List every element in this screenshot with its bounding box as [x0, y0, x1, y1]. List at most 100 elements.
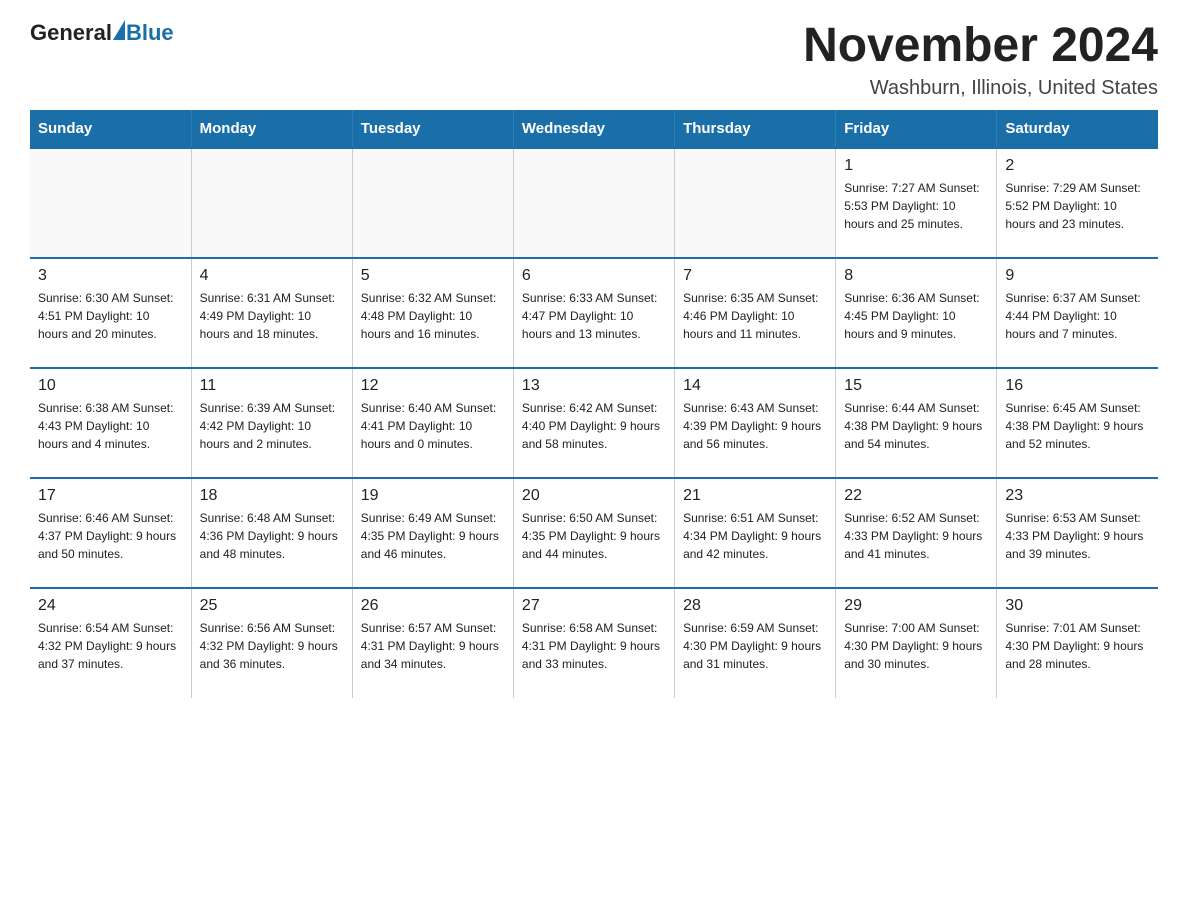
day-number: 11 — [200, 377, 344, 395]
calendar-week-row: 24Sunrise: 6:54 AM Sunset: 4:32 PM Dayli… — [30, 588, 1158, 698]
day-info: Sunrise: 7:01 AM Sunset: 4:30 PM Dayligh… — [1005, 619, 1150, 673]
day-number: 21 — [683, 487, 827, 505]
calendar-cell: 17 Sunrise: 6:46 AM Sunset: 4:37 PM Dayli… — [30, 478, 191, 588]
day-number: 29 — [844, 597, 988, 615]
day-number: 23 — [1005, 487, 1150, 505]
calendar-cell: 27 Sunrise: 6:58 AM Sunset: 4:31 PM Dayli… — [513, 588, 674, 698]
calendar-cell: 13 Sunrise: 6:42 AM Sunset: 4:40 PM Dayli… — [513, 368, 674, 478]
calendar-cell: 30 Sunrise: 7:01 AM Sunset: 4:30 PM Dayli… — [997, 588, 1158, 698]
calendar-cell: 24Sunrise: 6:54 AM Sunset: 4:32 PM Dayli… — [30, 588, 191, 698]
calendar-cell: 7 Sunrise: 6:35 AM Sunset: 4:46 PM Daylig… — [675, 258, 836, 368]
day-number: 15 — [844, 377, 988, 395]
day-number: 13 — [522, 377, 666, 395]
day-info: Sunrise: 6:59 AM Sunset: 4:30 PM Dayligh… — [683, 619, 827, 673]
day-number: 1 — [844, 157, 988, 175]
day-info: Sunrise: 6:50 AM Sunset: 4:35 PM Dayligh… — [522, 509, 666, 563]
day-number: 4 — [200, 267, 344, 285]
day-info: Sunrise: 7:00 AM Sunset: 4:30 PM Dayligh… — [844, 619, 988, 673]
day-number: 25 — [200, 597, 344, 615]
day-info: Sunrise: 6:33 AM Sunset: 4:47 PM Dayligh… — [522, 289, 666, 343]
day-info: Sunrise: 6:35 AM Sunset: 4:46 PM Dayligh… — [683, 289, 827, 343]
calendar-cell: 1 Sunrise: 7:27 AM Sunset: 5:53 PM Daylig… — [836, 148, 997, 258]
day-number: 30 — [1005, 597, 1150, 615]
day-number: 22 — [844, 487, 988, 505]
day-info: Sunrise: 6:48 AM Sunset: 4:36 PM Dayligh… — [200, 509, 344, 563]
day-info: Sunrise: 6:37 AM Sunset: 4:44 PM Dayligh… — [1005, 289, 1150, 343]
day-number: 28 — [683, 597, 827, 615]
calendar-header-row: SundayMondayTuesdayWednesdayThursdayFrid… — [30, 110, 1158, 148]
day-info: Sunrise: 6:39 AM Sunset: 4:42 PM Dayligh… — [200, 399, 344, 453]
logo-area: General Blue — [30, 20, 174, 46]
calendar-cell: 15 Sunrise: 6:44 AM Sunset: 4:38 PM Dayli… — [836, 368, 997, 478]
day-info: Sunrise: 6:32 AM Sunset: 4:48 PM Dayligh… — [361, 289, 505, 343]
weekday-header-sunday: Sunday — [30, 110, 191, 148]
day-number: 6 — [522, 267, 666, 285]
day-info: Sunrise: 6:53 AM Sunset: 4:33 PM Dayligh… — [1005, 509, 1150, 563]
day-number: 27 — [522, 597, 666, 615]
weekday-header-wednesday: Wednesday — [513, 110, 674, 148]
day-info: Sunrise: 7:29 AM Sunset: 5:52 PM Dayligh… — [1005, 179, 1150, 233]
day-info: Sunrise: 6:57 AM Sunset: 4:31 PM Dayligh… — [361, 619, 505, 673]
day-info: Sunrise: 6:46 AM Sunset: 4:37 PM Dayligh… — [38, 509, 183, 563]
calendar-cell: 25 Sunrise: 6:56 AM Sunset: 4:32 PM Dayli… — [191, 588, 352, 698]
calendar-cell: 22 Sunrise: 6:52 AM Sunset: 4:33 PM Dayli… — [836, 478, 997, 588]
calendar-cell — [513, 148, 674, 258]
calendar-table: SundayMondayTuesdayWednesdayThursdayFrid… — [30, 110, 1158, 698]
calendar-cell — [675, 148, 836, 258]
calendar-cell — [352, 148, 513, 258]
day-info: Sunrise: 6:31 AM Sunset: 4:49 PM Dayligh… — [200, 289, 344, 343]
calendar-cell: 8Sunrise: 6:36 AM Sunset: 4:45 PM Daylig… — [836, 258, 997, 368]
day-number: 10 — [38, 377, 183, 395]
day-info: Sunrise: 6:58 AM Sunset: 4:31 PM Dayligh… — [522, 619, 666, 673]
calendar-cell: 3Sunrise: 6:30 AM Sunset: 4:51 PM Daylig… — [30, 258, 191, 368]
day-number: 17 — [38, 487, 183, 505]
day-number: 3 — [38, 267, 183, 285]
day-number: 8 — [844, 267, 988, 285]
weekday-header-monday: Monday — [191, 110, 352, 148]
logo-blue: Blue — [126, 20, 174, 46]
title-area: November 2024 Washburn, Illinois, United… — [803, 20, 1158, 100]
calendar-week-row: 1 Sunrise: 7:27 AM Sunset: 5:53 PM Daylig… — [30, 148, 1158, 258]
calendar-cell: 6 Sunrise: 6:33 AM Sunset: 4:47 PM Daylig… — [513, 258, 674, 368]
day-number: 20 — [522, 487, 666, 505]
day-info: Sunrise: 6:54 AM Sunset: 4:32 PM Dayligh… — [38, 619, 183, 673]
day-info: Sunrise: 6:40 AM Sunset: 4:41 PM Dayligh… — [361, 399, 505, 453]
calendar-cell: 4 Sunrise: 6:31 AM Sunset: 4:49 PM Daylig… — [191, 258, 352, 368]
page-header: General Blue November 2024 Washburn, Ill… — [30, 20, 1158, 100]
day-number: 18 — [200, 487, 344, 505]
day-info: Sunrise: 6:42 AM Sunset: 4:40 PM Dayligh… — [522, 399, 666, 453]
calendar-cell: 29 Sunrise: 7:00 AM Sunset: 4:30 PM Dayli… — [836, 588, 997, 698]
day-number: 26 — [361, 597, 505, 615]
day-number: 16 — [1005, 377, 1150, 395]
calendar-cell: 21Sunrise: 6:51 AM Sunset: 4:34 PM Dayli… — [675, 478, 836, 588]
calendar-week-row: 3Sunrise: 6:30 AM Sunset: 4:51 PM Daylig… — [30, 258, 1158, 368]
day-info: Sunrise: 6:49 AM Sunset: 4:35 PM Dayligh… — [361, 509, 505, 563]
calendar-cell: 16 Sunrise: 6:45 AM Sunset: 4:38 PM Dayli… — [997, 368, 1158, 478]
day-number: 7 — [683, 267, 827, 285]
calendar-week-row: 17 Sunrise: 6:46 AM Sunset: 4:37 PM Dayli… — [30, 478, 1158, 588]
calendar-cell: 28 Sunrise: 6:59 AM Sunset: 4:30 PM Dayli… — [675, 588, 836, 698]
calendar-cell — [191, 148, 352, 258]
calendar-week-row: 10Sunrise: 6:38 AM Sunset: 4:43 PM Dayli… — [30, 368, 1158, 478]
weekday-header-friday: Friday — [836, 110, 997, 148]
calendar-cell: 12 Sunrise: 6:40 AM Sunset: 4:41 PM Dayli… — [352, 368, 513, 478]
day-number: 5 — [361, 267, 505, 285]
logo-triangle-icon — [113, 20, 125, 40]
day-info: Sunrise: 7:27 AM Sunset: 5:53 PM Dayligh… — [844, 179, 988, 233]
day-number: 12 — [361, 377, 505, 395]
weekday-header-saturday: Saturday — [997, 110, 1158, 148]
calendar-cell: 20 Sunrise: 6:50 AM Sunset: 4:35 PM Dayli… — [513, 478, 674, 588]
day-number: 19 — [361, 487, 505, 505]
logo: General Blue — [30, 20, 174, 46]
day-info: Sunrise: 6:45 AM Sunset: 4:38 PM Dayligh… — [1005, 399, 1150, 453]
day-info: Sunrise: 6:52 AM Sunset: 4:33 PM Dayligh… — [844, 509, 988, 563]
calendar-cell: 5 Sunrise: 6:32 AM Sunset: 4:48 PM Daylig… — [352, 258, 513, 368]
calendar-cell: 19 Sunrise: 6:49 AM Sunset: 4:35 PM Dayli… — [352, 478, 513, 588]
calendar-cell: 14Sunrise: 6:43 AM Sunset: 4:39 PM Dayli… — [675, 368, 836, 478]
day-info: Sunrise: 6:56 AM Sunset: 4:32 PM Dayligh… — [200, 619, 344, 673]
calendar-title: November 2024 — [803, 20, 1158, 73]
calendar-cell: 26 Sunrise: 6:57 AM Sunset: 4:31 PM Dayli… — [352, 588, 513, 698]
calendar-cell — [30, 148, 191, 258]
day-info: Sunrise: 6:44 AM Sunset: 4:38 PM Dayligh… — [844, 399, 988, 453]
day-number: 2 — [1005, 157, 1150, 175]
